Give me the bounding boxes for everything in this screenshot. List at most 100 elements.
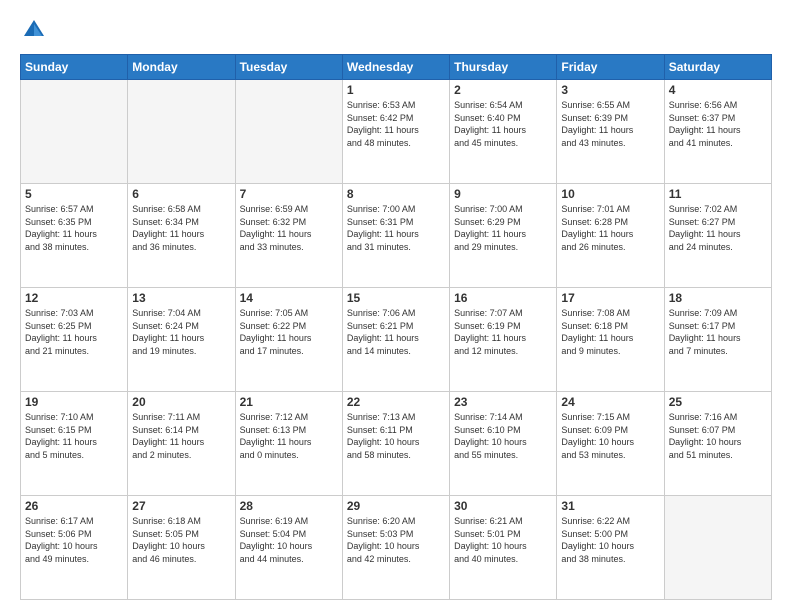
day-number: 5 xyxy=(25,187,123,201)
calendar-cell: 2 Sunrise: 6:54 AM Sunset: 6:40 PM Daylig… xyxy=(450,80,557,184)
day-number: 26 xyxy=(25,499,123,513)
day-number: 30 xyxy=(454,499,552,513)
calendar-cell xyxy=(664,496,771,600)
calendar-cell: 11 Sunrise: 7:02 AM Sunset: 6:27 PM Dayli… xyxy=(664,184,771,288)
col-header-tuesday: Tuesday xyxy=(235,55,342,80)
day-info: Sunrise: 6:18 AM Sunset: 5:05 PM Dayligh… xyxy=(132,515,230,565)
day-info: Sunrise: 6:21 AM Sunset: 5:01 PM Dayligh… xyxy=(454,515,552,565)
calendar-cell: 8 Sunrise: 7:00 AM Sunset: 6:31 PM Daylig… xyxy=(342,184,449,288)
day-info: Sunrise: 7:09 AM Sunset: 6:17 PM Dayligh… xyxy=(669,307,767,357)
calendar-cell: 30 Sunrise: 6:21 AM Sunset: 5:01 PM Dayli… xyxy=(450,496,557,600)
calendar-cell: 17Sunrise: 7:08 AM Sunset: 6:18 PM Dayli… xyxy=(557,288,664,392)
week-row-1: 1Sunrise: 6:53 AM Sunset: 6:42 PM Daylig… xyxy=(21,80,772,184)
day-info: Sunrise: 7:01 AM Sunset: 6:28 PM Dayligh… xyxy=(561,203,659,253)
day-number: 10 xyxy=(561,187,659,201)
day-info: Sunrise: 6:17 AM Sunset: 5:06 PM Dayligh… xyxy=(25,515,123,565)
calendar-cell: 18Sunrise: 7:09 AM Sunset: 6:17 PM Dayli… xyxy=(664,288,771,392)
calendar-cell: 28 Sunrise: 6:19 AM Sunset: 5:04 PM Dayli… xyxy=(235,496,342,600)
week-row-2: 5 Sunrise: 6:57 AM Sunset: 6:35 PM Daylig… xyxy=(21,184,772,288)
day-info: Sunrise: 6:20 AM Sunset: 5:03 PM Dayligh… xyxy=(347,515,445,565)
calendar-header-row: SundayMondayTuesdayWednesdayThursdayFrid… xyxy=(21,55,772,80)
day-number: 31 xyxy=(561,499,659,513)
header xyxy=(20,16,772,44)
col-header-saturday: Saturday xyxy=(664,55,771,80)
day-number: 27 xyxy=(132,499,230,513)
day-info: Sunrise: 7:12 AM Sunset: 6:13 PM Dayligh… xyxy=(240,411,338,461)
week-row-3: 12 Sunrise: 7:03 AM Sunset: 6:25 PM Dayli… xyxy=(21,288,772,392)
calendar-cell: 15 Sunrise: 7:06 AM Sunset: 6:21 PM Dayli… xyxy=(342,288,449,392)
day-number: 1 xyxy=(347,83,445,97)
day-info: Sunrise: 6:57 AM Sunset: 6:35 PM Dayligh… xyxy=(25,203,123,253)
day-info: Sunrise: 7:13 AM Sunset: 6:11 PM Dayligh… xyxy=(347,411,445,461)
week-row-4: 19 Sunrise: 7:10 AM Sunset: 6:15 PM Dayli… xyxy=(21,392,772,496)
day-number: 16 xyxy=(454,291,552,305)
logo-icon xyxy=(20,16,48,44)
calendar-cell: 4Sunrise: 6:56 AM Sunset: 6:37 PM Daylig… xyxy=(664,80,771,184)
day-number: 3 xyxy=(561,83,659,97)
day-number: 19 xyxy=(25,395,123,409)
day-number: 23 xyxy=(454,395,552,409)
day-number: 12 xyxy=(25,291,123,305)
day-info: Sunrise: 6:54 AM Sunset: 6:40 PM Dayligh… xyxy=(454,99,552,149)
day-number: 24 xyxy=(561,395,659,409)
day-number: 28 xyxy=(240,499,338,513)
logo xyxy=(20,16,52,44)
calendar-cell: 12 Sunrise: 7:03 AM Sunset: 6:25 PM Dayli… xyxy=(21,288,128,392)
day-number: 11 xyxy=(669,187,767,201)
day-number: 20 xyxy=(132,395,230,409)
col-header-wednesday: Wednesday xyxy=(342,55,449,80)
col-header-thursday: Thursday xyxy=(450,55,557,80)
calendar-cell: 16 Sunrise: 7:07 AM Sunset: 6:19 PM Dayli… xyxy=(450,288,557,392)
day-number: 6 xyxy=(132,187,230,201)
calendar-table: SundayMondayTuesdayWednesdayThursdayFrid… xyxy=(20,54,772,600)
calendar-cell: 23 Sunrise: 7:14 AM Sunset: 6:10 PM Dayli… xyxy=(450,392,557,496)
col-header-friday: Friday xyxy=(557,55,664,80)
calendar-cell: 6 Sunrise: 6:58 AM Sunset: 6:34 PM Daylig… xyxy=(128,184,235,288)
calendar-cell: 24 Sunrise: 7:15 AM Sunset: 6:09 PM Dayli… xyxy=(557,392,664,496)
day-number: 4 xyxy=(669,83,767,97)
calendar-cell xyxy=(128,80,235,184)
col-header-monday: Monday xyxy=(128,55,235,80)
calendar-cell: 13Sunrise: 7:04 AM Sunset: 6:24 PM Dayli… xyxy=(128,288,235,392)
col-header-sunday: Sunday xyxy=(21,55,128,80)
day-info: Sunrise: 7:11 AM Sunset: 6:14 PM Dayligh… xyxy=(132,411,230,461)
day-number: 17 xyxy=(561,291,659,305)
day-info: Sunrise: 6:22 AM Sunset: 5:00 PM Dayligh… xyxy=(561,515,659,565)
day-info: Sunrise: 7:06 AM Sunset: 6:21 PM Dayligh… xyxy=(347,307,445,357)
calendar-cell: 5 Sunrise: 6:57 AM Sunset: 6:35 PM Daylig… xyxy=(21,184,128,288)
day-number: 21 xyxy=(240,395,338,409)
calendar-cell: 29 Sunrise: 6:20 AM Sunset: 5:03 PM Dayli… xyxy=(342,496,449,600)
day-number: 25 xyxy=(669,395,767,409)
day-number: 9 xyxy=(454,187,552,201)
day-number: 13 xyxy=(132,291,230,305)
day-info: Sunrise: 7:00 AM Sunset: 6:31 PM Dayligh… xyxy=(347,203,445,253)
day-number: 8 xyxy=(347,187,445,201)
day-number: 22 xyxy=(347,395,445,409)
calendar-cell: 7 Sunrise: 6:59 AM Sunset: 6:32 PM Daylig… xyxy=(235,184,342,288)
calendar-cell: 27 Sunrise: 6:18 AM Sunset: 5:05 PM Dayli… xyxy=(128,496,235,600)
day-number: 2 xyxy=(454,83,552,97)
calendar-cell xyxy=(235,80,342,184)
day-info: Sunrise: 7:02 AM Sunset: 6:27 PM Dayligh… xyxy=(669,203,767,253)
day-info: Sunrise: 6:59 AM Sunset: 6:32 PM Dayligh… xyxy=(240,203,338,253)
calendar-cell: 20 Sunrise: 7:11 AM Sunset: 6:14 PM Dayli… xyxy=(128,392,235,496)
day-number: 14 xyxy=(240,291,338,305)
day-info: Sunrise: 7:03 AM Sunset: 6:25 PM Dayligh… xyxy=(25,307,123,357)
calendar-cell: 21 Sunrise: 7:12 AM Sunset: 6:13 PM Dayli… xyxy=(235,392,342,496)
day-info: Sunrise: 7:14 AM Sunset: 6:10 PM Dayligh… xyxy=(454,411,552,461)
day-info: Sunrise: 7:00 AM Sunset: 6:29 PM Dayligh… xyxy=(454,203,552,253)
calendar-cell: 1Sunrise: 6:53 AM Sunset: 6:42 PM Daylig… xyxy=(342,80,449,184)
day-info: Sunrise: 6:58 AM Sunset: 6:34 PM Dayligh… xyxy=(132,203,230,253)
day-info: Sunrise: 7:15 AM Sunset: 6:09 PM Dayligh… xyxy=(561,411,659,461)
day-info: Sunrise: 6:19 AM Sunset: 5:04 PM Dayligh… xyxy=(240,515,338,565)
day-number: 7 xyxy=(240,187,338,201)
week-row-5: 26 Sunrise: 6:17 AM Sunset: 5:06 PM Dayli… xyxy=(21,496,772,600)
day-number: 29 xyxy=(347,499,445,513)
calendar-cell: 9 Sunrise: 7:00 AM Sunset: 6:29 PM Daylig… xyxy=(450,184,557,288)
day-info: Sunrise: 7:10 AM Sunset: 6:15 PM Dayligh… xyxy=(25,411,123,461)
calendar-cell: 22 Sunrise: 7:13 AM Sunset: 6:11 PM Dayli… xyxy=(342,392,449,496)
day-info: Sunrise: 7:07 AM Sunset: 6:19 PM Dayligh… xyxy=(454,307,552,357)
day-number: 15 xyxy=(347,291,445,305)
calendar-cell xyxy=(21,80,128,184)
calendar-cell: 26 Sunrise: 6:17 AM Sunset: 5:06 PM Dayli… xyxy=(21,496,128,600)
